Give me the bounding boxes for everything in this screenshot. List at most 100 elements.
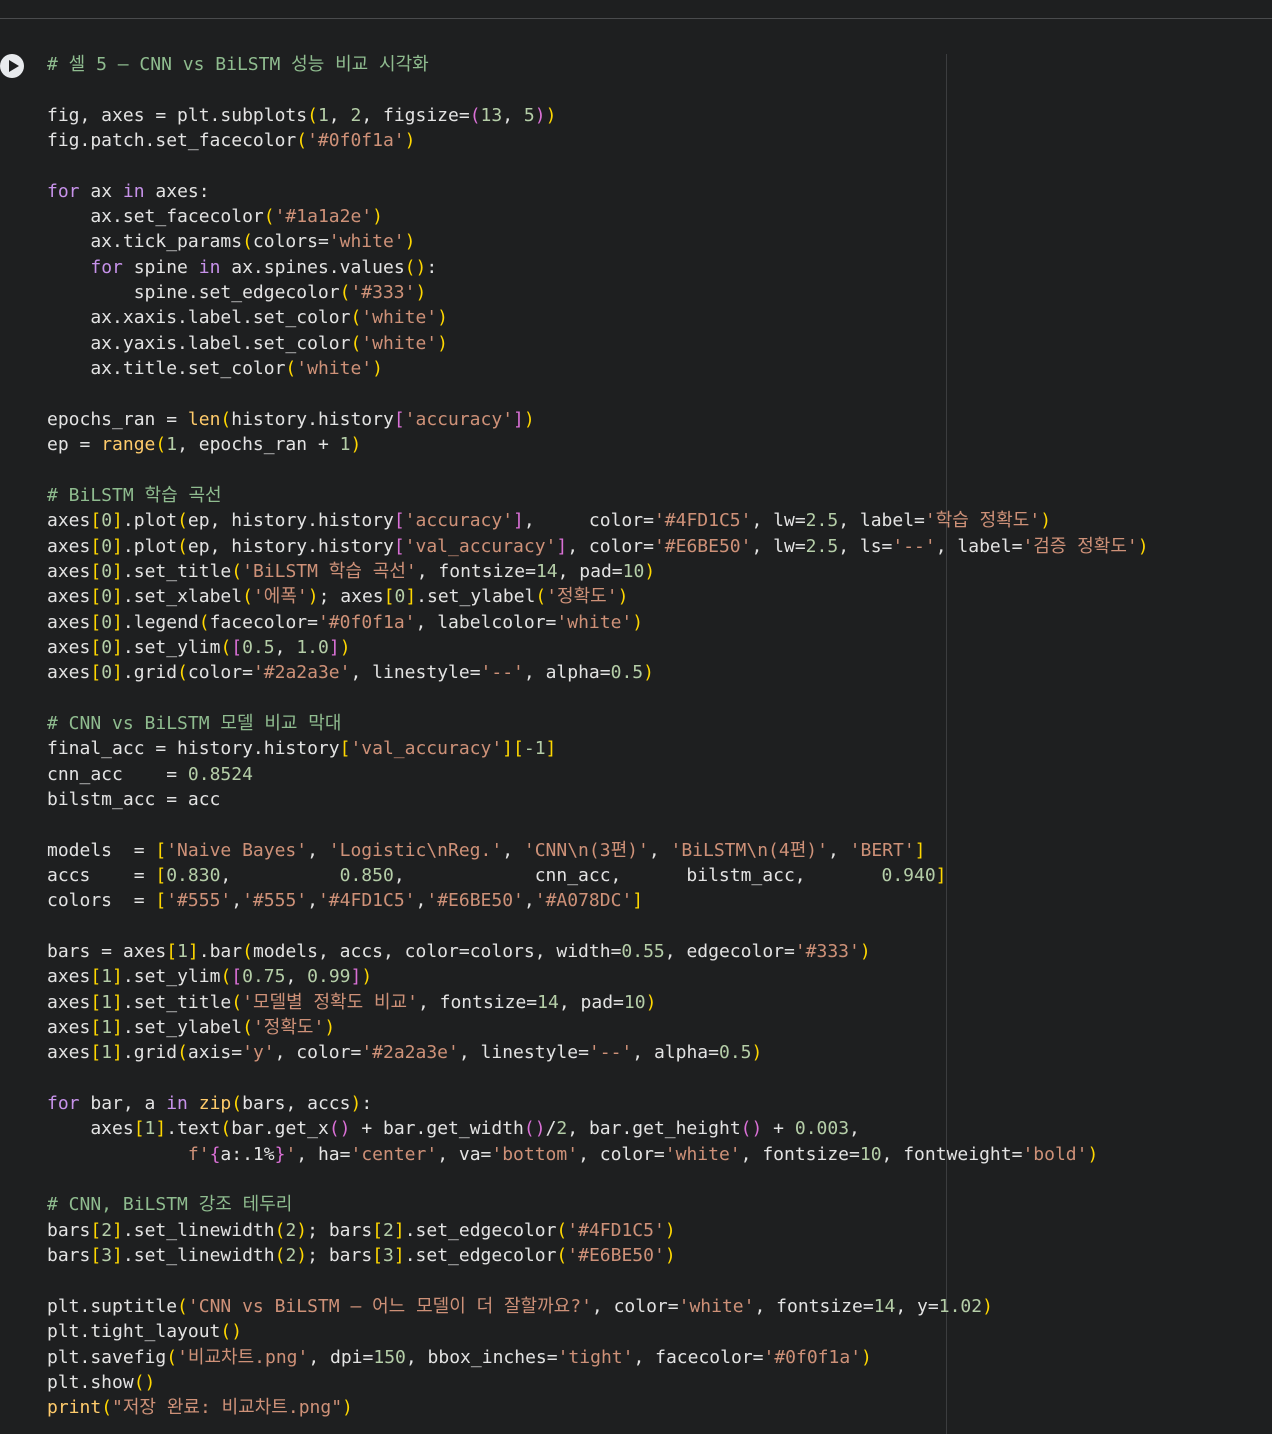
code-line[interactable]: for ax in axes: — [47, 179, 1149, 204]
code-line[interactable]: accs = [0.830, 0.850, cnn_acc, bilstm_ac… — [47, 863, 1149, 888]
code-token-number: 1 — [339, 434, 351, 456]
code-token-bracket: ( — [535, 586, 547, 608]
code-line[interactable]: colors = ['#555','#555','#4FD1C5','#E6BE… — [47, 888, 1149, 913]
code-token-plain: , alpha= — [523, 662, 611, 684]
code-token-number: 0.850 — [339, 865, 394, 886]
code-line[interactable]: ​ — [47, 381, 1149, 406]
code-line[interactable]: axes[1].set_title('모델별 정확도 비교', fontsize… — [47, 990, 1149, 1015]
code-token-string: '--' — [892, 535, 936, 557]
code-token-bracket: ) — [751, 1042, 763, 1064]
code-token-bracket: ( — [350, 307, 362, 329]
code-line[interactable]: # BiLSTM 학습 곡선 — [47, 483, 1149, 508]
code-line[interactable]: axes[0].plot(ep, history.history['val_ac… — [47, 534, 1149, 559]
code-token-comment: # 셀 5 — CNN vs BiLSTM 성능 비교 시각화 — [47, 54, 429, 75]
code-editor[interactable]: # 셀 5 — CNN vs BiLSTM 성능 비교 시각화​fig, axe… — [47, 52, 1149, 1421]
code-token-bracket: ) — [404, 231, 416, 253]
code-token-string: 'bottom' — [491, 1143, 579, 1165]
code-token-bracket: ) — [645, 991, 657, 1013]
code-line[interactable]: axes[1].grid(axis='y', color='#2a2a3e', … — [47, 1040, 1149, 1065]
code-token-plain: , color= — [591, 1295, 679, 1317]
code-line[interactable]: axes[0].set_ylim([0.5, 1.0]) — [47, 635, 1149, 660]
code-token-plain: axis= — [187, 1042, 243, 1064]
code-line[interactable]: ​ — [47, 812, 1149, 837]
code-line[interactable]: plt.savefig('비교차트.png', dpi=150, bbox_in… — [47, 1345, 1149, 1370]
code-line[interactable]: plt.show() — [47, 1370, 1149, 1395]
code-line[interactable]: bilstm_acc = acc — [47, 787, 1149, 812]
code-token-bracket: ( — [263, 206, 275, 228]
run-cell-button[interactable] — [0, 54, 24, 78]
code-line[interactable]: ax.yaxis.label.set_color('white') — [47, 331, 1149, 356]
code-token-plain: : — [361, 1093, 373, 1115]
code-token-bracket: ) — [617, 586, 629, 608]
code-token-plain: axes: — [144, 180, 210, 202]
code-line[interactable]: ​ — [47, 1066, 1149, 1091]
code-line[interactable]: axes[0].legend(facecolor='#0f0f1a', labe… — [47, 610, 1149, 635]
code-token-bracket: ] — [112, 966, 123, 988]
code-token-plain: + bar.get_width — [350, 1118, 524, 1140]
code-line[interactable]: axes[0].plot(ep, history.history['accura… — [47, 508, 1149, 533]
code-line[interactable]: axes[0].set_title('BiLSTM 학습 곡선', fontsi… — [47, 559, 1149, 584]
code-line[interactable]: ax.title.set_color('white') — [47, 356, 1149, 381]
code-token-number: 0 — [101, 510, 113, 532]
code-token-number: 14 — [535, 560, 558, 582]
code-token-bracket: ( — [220, 636, 232, 658]
code-token-number: 2.5 — [805, 510, 839, 532]
code-token-string: '#0f0f1a' — [763, 1346, 862, 1368]
code-token-plain: , fontsize= — [416, 560, 536, 582]
code-line[interactable]: axes[1].text(bar.get_x() + bar.get_width… — [47, 1116, 1149, 1141]
code-token-string: '정확도' — [546, 586, 618, 608]
code-line[interactable]: ​ — [47, 458, 1149, 483]
code-token-plain: accs = — [47, 865, 156, 886]
code-line[interactable]: spine.set_edgecolor('#333') — [47, 280, 1149, 305]
code-line[interactable]: for spine in ax.spines.values(): — [47, 255, 1149, 280]
code-token-string: '#4FD1C5' — [317, 890, 416, 912]
code-line[interactable]: f'{a:.1%}', ha='center', va='bottom', co… — [47, 1142, 1149, 1167]
code-line[interactable]: ax.xaxis.label.set_color('white') — [47, 305, 1149, 330]
code-line[interactable]: plt.tight_layout() — [47, 1319, 1149, 1344]
top-divider — [0, 18, 1272, 19]
code-line[interactable]: # CNN vs BiLSTM 모델 비교 막대 — [47, 711, 1149, 736]
code-line[interactable]: plt.suptitle('CNN vs BiLSTM — 어느 모델이 더 잘… — [47, 1294, 1149, 1319]
code-line[interactable]: models = ['Naive Bayes', 'Logistic\nReg.… — [47, 838, 1149, 863]
code-line[interactable]: print("저장 완료: 비교차트.png") — [47, 1395, 1149, 1420]
code-token-bracket: [ — [90, 662, 102, 684]
code-line[interactable]: ax.tick_params(colors='white') — [47, 229, 1149, 254]
code-token-plain: axes — [47, 1017, 91, 1039]
code-line[interactable]: ​ — [47, 1269, 1149, 1294]
code-line[interactable]: for bar, a in zip(bars, accs): — [47, 1091, 1149, 1116]
code-token-number: 14 — [537, 991, 559, 1013]
code-token-comment: # CNN, BiLSTM 강조 테두리 — [47, 1194, 293, 1216]
code-line[interactable]: ​ — [47, 686, 1149, 711]
code-line[interactable]: fig.patch.set_facecolor('#0f0f1a') — [47, 128, 1149, 153]
code-line[interactable]: axes[1].set_ylabel('정확도') — [47, 1015, 1149, 1040]
code-line[interactable]: # CNN, BiLSTM 강조 테두리 — [47, 1192, 1149, 1217]
code-line[interactable]: ​ — [47, 153, 1149, 178]
code-line[interactable]: axes[0].set_xlabel('에폭'); axes[0].set_yl… — [47, 584, 1149, 609]
code-token-bracket: ) — [324, 1017, 336, 1039]
code-cell[interactable]: # 셀 5 — CNN vs BiLSTM 성능 비교 시각화​fig, axe… — [0, 20, 1272, 1434]
code-line[interactable]: bars[3].set_linewidth(2); bars[3].set_ed… — [47, 1243, 1149, 1268]
code-line[interactable]: bars[2].set_linewidth(2); bars[2].set_ed… — [47, 1218, 1149, 1243]
code-line[interactable]: ​ — [47, 77, 1149, 102]
code-line[interactable]: axes[0].grid(color='#2a2a3e', linestyle=… — [47, 660, 1149, 685]
code-line[interactable]: ​ — [47, 1167, 1149, 1192]
code-token-string: 'accuracy' — [404, 408, 514, 430]
code-line[interactable]: ax.set_facecolor('#1a1a2e') — [47, 204, 1149, 229]
code-token-plain: axes — [47, 662, 91, 684]
code-line[interactable]: final_acc = history.history['val_accurac… — [47, 736, 1149, 761]
code-token-plain: models, accs, color=colors, width= — [252, 941, 622, 963]
code-line[interactable]: epochs_ran = len(history.history['accura… — [47, 407, 1149, 432]
code-line[interactable]: ep = range(1, epochs_ran + 1) — [47, 432, 1149, 457]
code-token-bracket: () — [404, 256, 427, 278]
code-line[interactable]: axes[1].set_ylim([0.75, 0.99]) — [47, 964, 1149, 989]
code-line[interactable]: ​ — [47, 914, 1149, 939]
code-line[interactable]: bars = axes[1].bar(models, accs, color=c… — [47, 939, 1149, 964]
code-line[interactable]: fig, axes = plt.subplots(1, 2, figsize=(… — [47, 103, 1149, 128]
code-token-bracket: ] — [112, 1017, 123, 1039]
code-line[interactable]: cnn_acc = 0.8524 — [47, 762, 1149, 787]
code-token-plain: plt.tight_layout — [47, 1321, 221, 1343]
code-token-bracket: ( — [177, 662, 188, 684]
code-token-plain: , label= — [838, 510, 925, 532]
code-token-number: 1 — [101, 991, 113, 1013]
code-line[interactable]: # 셀 5 — CNN vs BiLSTM 성능 비교 시각화 — [47, 52, 1149, 77]
